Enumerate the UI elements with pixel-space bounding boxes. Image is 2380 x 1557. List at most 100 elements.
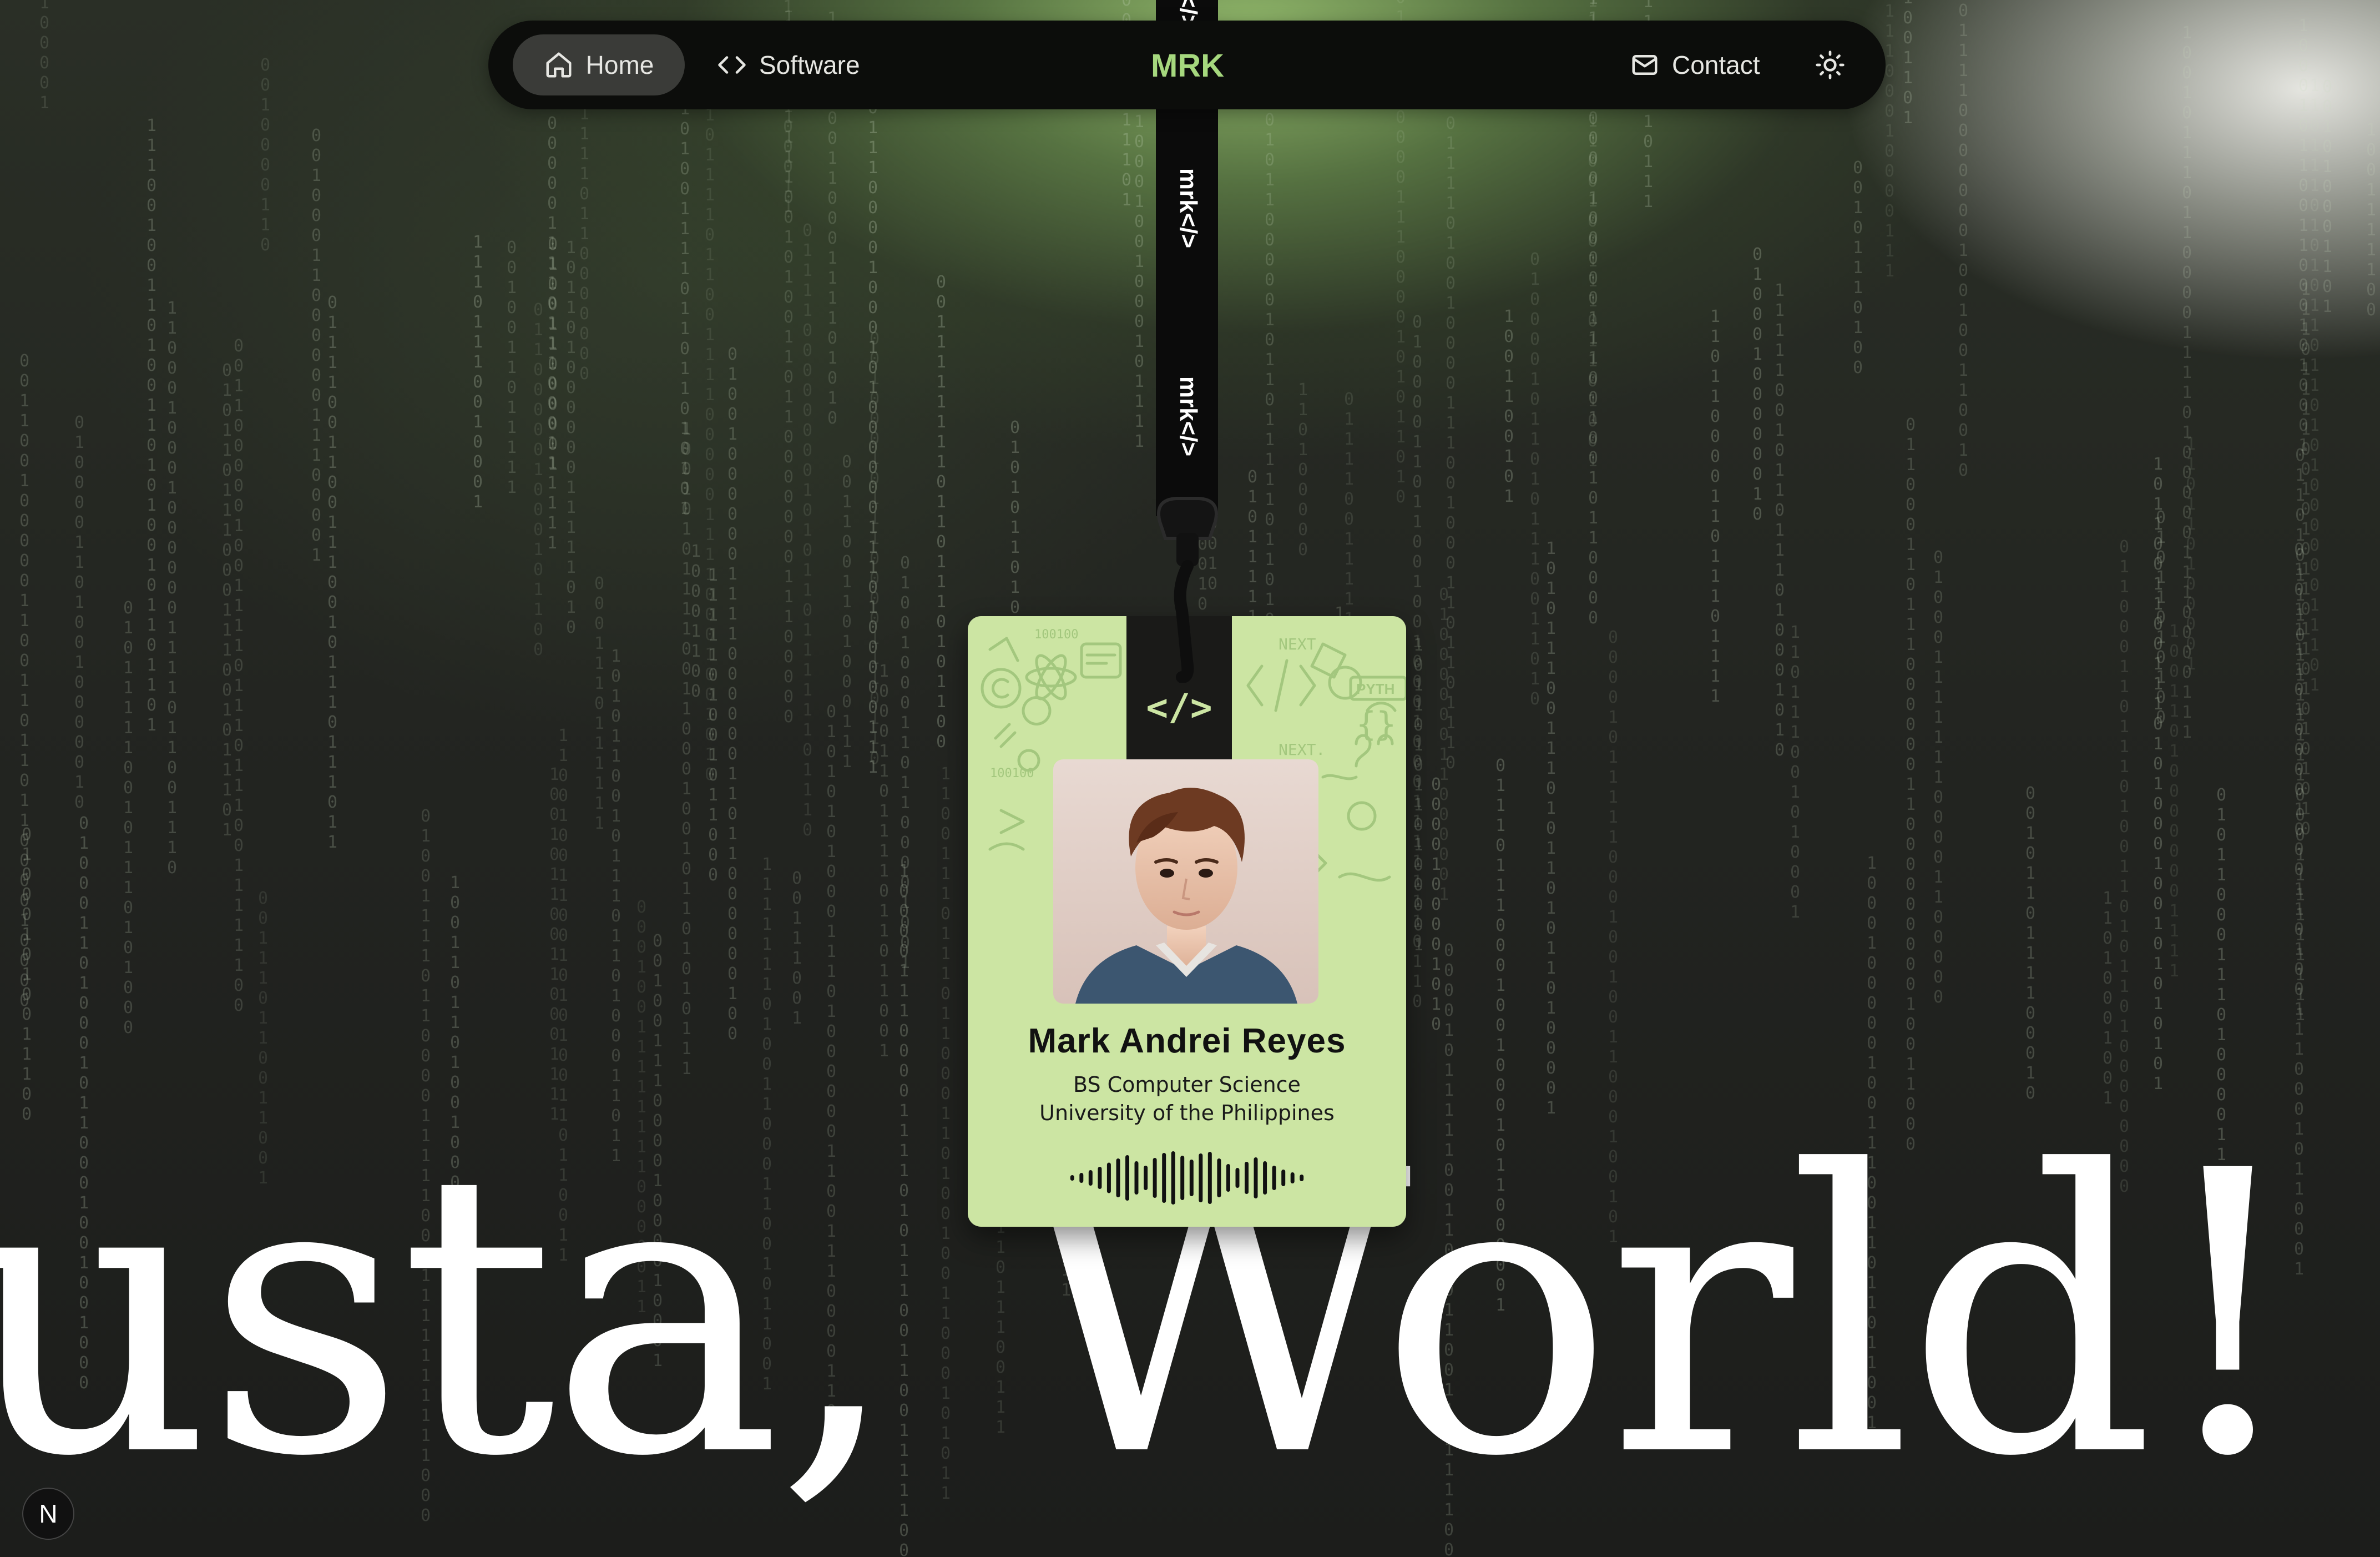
binary-column: 0 0 1 0 0 0 1 1 0 0 0 0 0 0 1 1 1 0 0 0 … bbox=[311, 126, 322, 565]
waveform-bar bbox=[1207, 1152, 1212, 1204]
binary-column: 0 1 1 1 1 0 0 0 0 0 0 0 0 1 0 1 0 1 1 0 … bbox=[802, 221, 813, 840]
binary-column: 0 0 1 1 1 1 1 1 1 1 0 1 1 0 1 1 1 0 1 0 … bbox=[936, 273, 947, 752]
nav-contact-link[interactable]: Contact bbox=[1630, 34, 1760, 95]
waveform-bar bbox=[1254, 1157, 1258, 1198]
svg-text:mrk</>: mrk</> bbox=[1175, 376, 1202, 456]
binary-column: 1 0 1 1 1 1 0 1 1 0 0 1 1 1 1 0 0 0 0 0 … bbox=[704, 105, 715, 784]
binary-column: 1 0 0 1 1 0 0 1 0 1 bbox=[1503, 307, 1514, 506]
waveform-bar bbox=[1300, 1175, 1304, 1181]
lanyard-brand-logo: mrk</> bbox=[1175, 168, 1202, 248]
svg-text:NEXT.: NEXT. bbox=[1279, 635, 1325, 653]
binary-column: 0 1 0 0 0 1 0 0 0 0 0 0 1 0 bbox=[1752, 245, 1763, 524]
waveform-bar bbox=[1162, 1153, 1166, 1203]
waveform-bar bbox=[1189, 1160, 1194, 1196]
binary-column: 0 1 0 0 0 0 1 1 0 1 1 0 0 1 0 0 1 0 0 0 … bbox=[1412, 313, 1423, 1011]
binary-column: 1 0 1 0 1 1 0 0 1 0 1 1 1 0 1 1 0 1 0 0 … bbox=[610, 647, 621, 1166]
binary-column: 1 0 0 1 1 1 1 1 0 0 bbox=[2366, 120, 2377, 320]
binary-column: 0 1 0 0 1 0 0 0 1 1 0 1 1 0 0 0 0 1 0 0 … bbox=[900, 553, 911, 973]
binary-column: 0 0 1 0 1 0 0 0 1 1 0 1 bbox=[2322, 77, 2333, 316]
binary-column: 0 1 0 0 0 1 0 1 0 0 1 1 1 0 0 bbox=[21, 825, 32, 1124]
page-stage: 1 0 0 0 1 0 1 1 0 0 1 1 0 0 0 1 0 1 0 0 … bbox=[0, 0, 2380, 1557]
badge-school: University of the Philippines bbox=[1039, 1101, 1335, 1125]
binary-column: 1 1 1 1 1 0 0 1 0 1 1 0 1 1 1 0 1 0 0 0 … bbox=[1774, 281, 1785, 760]
waveform-bar bbox=[1153, 1158, 1157, 1198]
waveform-bar bbox=[1245, 1162, 1249, 1194]
mail-icon bbox=[1632, 55, 1658, 75]
binary-column: 1 1 1 0 1 1 1 0 0 1 0 0 0 1 bbox=[472, 233, 483, 512]
binary-column: 1 1 0 0 0 1 0 0 0 1 0 0 0 0 0 0 1 1 1 1 … bbox=[166, 299, 178, 878]
binary-column: 0 0 0 1 1 1 1 0 0 0 0 0 0 0 1 0 0 1 0 0 … bbox=[1958, 0, 1969, 480]
binary-column: 0 1 0 1 1 1 1 1 0 0 1 0 1 1 1 0 1 0 1 0 … bbox=[123, 598, 134, 1037]
binary-column: 0 1 0 0 0 0 1 1 0 1 0 0 1 0 0 0 0 0 1 0 bbox=[74, 413, 85, 812]
binary-column: 1 1 0 1 1 0 0 0 0 1 1 0 1 1 1 0 1 1 1 1 bbox=[1710, 307, 1721, 706]
binary-column: 0 1 0 1 1 0 1 0 1 0 0 bbox=[2155, 508, 2166, 727]
binary-column: 0 1 1 0 0 0 1 1 0 1 1 1 0 0 0 0 0 0 1 1 … bbox=[1905, 415, 1916, 1154]
waveform-bar bbox=[1180, 1156, 1185, 1200]
id-badge-card[interactable]: NEXT. NEXT. 100100 100100 PYTH {} </> Ma… bbox=[968, 616, 1406, 1227]
svg-text:NEXT.: NEXT. bbox=[1279, 740, 1325, 759]
waveform-bar bbox=[1226, 1164, 1230, 1192]
binary-column: 1 0 0 1 0 1 0 1 1 1 1 0 0 1 1 0 0 0 1 0 … bbox=[681, 420, 692, 1079]
nav-contact-label: Contact bbox=[1672, 51, 1760, 79]
svg-text:100100: 100100 bbox=[1034, 628, 1078, 642]
nav-software-link[interactable]: Software bbox=[717, 34, 860, 95]
nav-home-button[interactable]: Home bbox=[513, 34, 685, 95]
binary-column: 0 1 0 0 0 0 0 0 1 1 0 0 0 0 0 1 bbox=[1438, 585, 1449, 904]
binary-column: 0 0 1 0 1 1 0 1 1 1 1 0 0 0 1 0 bbox=[2025, 784, 2036, 1103]
binary-column: 0 0 1 0 0 0 0 1 1 0 bbox=[260, 56, 271, 255]
svg-text:PYTH: PYTH bbox=[1356, 681, 1394, 697]
waveform-bar bbox=[1116, 1158, 1120, 1197]
binary-column: 1 1 0 1 0 0 0 0 0 bbox=[1297, 380, 1308, 560]
code-brackets-icon: </> bbox=[1146, 686, 1212, 729]
site-logo[interactable]: MRK bbox=[1151, 41, 1224, 90]
code-icon bbox=[718, 56, 746, 74]
waveform-bar bbox=[1125, 1155, 1129, 1201]
waveform-bar bbox=[1272, 1166, 1276, 1190]
svg-text:</>: </> bbox=[1146, 686, 1212, 729]
waveform-bar bbox=[1199, 1153, 1203, 1202]
waveform-bar bbox=[1217, 1158, 1221, 1197]
waveform-bar bbox=[1088, 1170, 1093, 1186]
nextjs-dev-indicator[interactable]: N bbox=[22, 1488, 74, 1540]
svg-text:mrk</>: mrk</> bbox=[1175, 168, 1202, 248]
waveform-bar bbox=[1098, 1167, 1102, 1189]
binary-column: 0 0 1 1 1 0 0 0 0 1 bbox=[39, 0, 50, 113]
sun-icon bbox=[1816, 51, 1845, 79]
binary-column: 1 1 1 0 0 1 0 0 1 1 0 1 0 0 1 1 0 1 0 1 … bbox=[146, 116, 157, 735]
badge-degree: BS Computer Science bbox=[1073, 1072, 1301, 1097]
badge-holder-name: Mark Andrei Reyes bbox=[1028, 1022, 1346, 1060]
waveform-bar bbox=[1079, 1173, 1084, 1183]
svg-text:100100: 100100 bbox=[990, 767, 1034, 780]
waveform-bar bbox=[1106, 1162, 1111, 1193]
svg-text:{}: {} bbox=[1356, 705, 1396, 744]
binary-column: 0 0 1 1 0 0 0 0 0 1 0 0 1 1 1 1 0 1 1 1 … bbox=[233, 336, 244, 1015]
nav-home-label: Home bbox=[585, 51, 654, 79]
binary-column: 0 0 1 0 0 1 1 0 1 1 1 1 1 bbox=[506, 238, 517, 497]
lanyard-brand-logo: mrk</> bbox=[1175, 376, 1202, 456]
waveform-bar bbox=[1290, 1172, 1295, 1183]
waveform-bar bbox=[1263, 1161, 1267, 1195]
waveform-bar bbox=[1171, 1151, 1175, 1205]
binary-column: 0 1 0 0 0 1 1 1 1 1 1 1 0 0 0 0 1 1 0 0 … bbox=[1933, 548, 1944, 1007]
waveform-bar bbox=[1235, 1168, 1240, 1188]
home-icon bbox=[546, 52, 572, 78]
nav-software-label: Software bbox=[759, 51, 860, 79]
theme-toggle-button[interactable] bbox=[1809, 44, 1851, 86]
waveform-bar bbox=[1144, 1166, 1148, 1190]
binary-column: 0 1 1 0 1 0 1 1 1 0 1 1 1 1 1 1 1 0 0 0 … bbox=[2295, 446, 2306, 1025]
lanyard-clasp bbox=[1157, 497, 1218, 683]
waveform-bar bbox=[1281, 1170, 1286, 1186]
binary-column: 0 0 1 1 1 0 0 1 bbox=[791, 869, 802, 1028]
profile-photo bbox=[1053, 759, 1318, 1004]
binary-column: 0 1 0 0 1 0 0 0 0 0 0 1 1 1 1 0 0 0 0 0 … bbox=[727, 345, 738, 1044]
binary-column: 0 1 0 1 0 0 0 1 0 0 1 0 0 0 1 0 1 1 1 1 bbox=[1134, 52, 1145, 451]
binary-column: 0 1 0 0 0 0 1 0 1 1 0 1 0 1 1 1 0 0 1 1 … bbox=[1529, 250, 1540, 709]
binary-column: 1 0 0 1 0 1 1 1 0 1 1 0 0 0 0 1 1 1 1 0 … bbox=[2181, 23, 2192, 742]
waveform-bar bbox=[1070, 1175, 1074, 1181]
binary-column: 0 0 1 0 1 1 1 0 1 0 0 bbox=[1852, 158, 1863, 377]
binary-column: 1 0 0 0 1 1 0 1 1 1 1 0 1 1 0 1 1 0 0 1 bbox=[878, 662, 890, 1061]
top-navbar: Home Software MRK Contact bbox=[488, 21, 1886, 109]
binary-column: 1 0 1 1 0 1 0 0 0 0 0 0 1 1 1 1 1 0 1 0 bbox=[565, 238, 577, 637]
binary-column: 1 1 0 1 1 1 0 0 0 1 0 0 0 0 1 1 1 bbox=[1884, 0, 1895, 281]
waveform-bar bbox=[1134, 1161, 1139, 1195]
